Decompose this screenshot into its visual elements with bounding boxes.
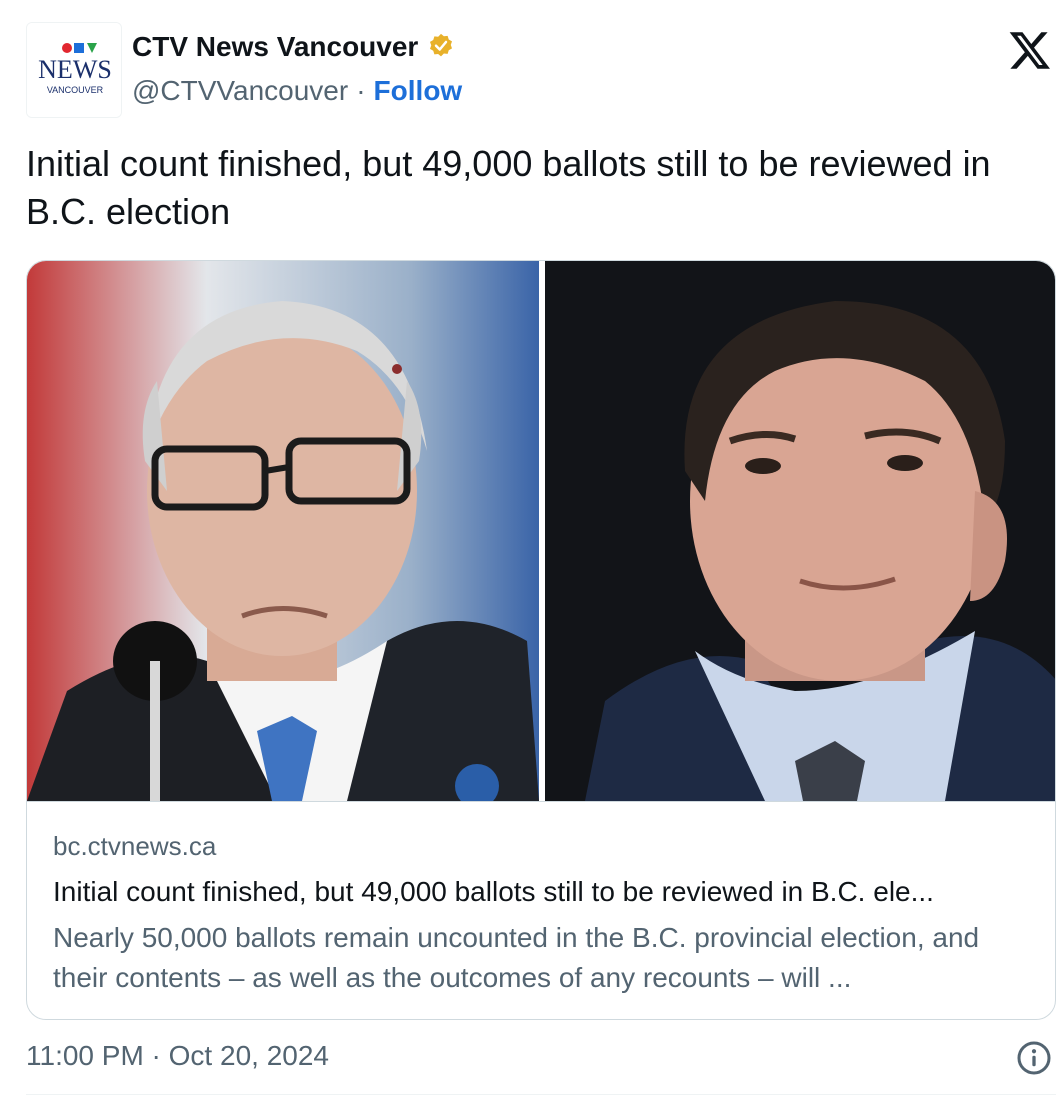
info-icon[interactable] [1016, 1040, 1052, 1076]
ctv-news-logo: NEWS VANCOUVER [27, 23, 121, 117]
link-card-images[interactable] [27, 261, 1055, 801]
link-card[interactable]: bc.ctvnews.ca Initial count finished, bu… [26, 260, 1056, 1020]
footer-divider [26, 1094, 1056, 1095]
politician-with-glasses-photo[interactable] [27, 261, 539, 801]
name-row: CTV News Vancouver [132, 30, 456, 64]
tweet-text: Initial count finished, but 49,000 ballo… [26, 143, 991, 232]
x-logo-icon[interactable] [1008, 28, 1052, 72]
avatar[interactable]: NEWS VANCOUVER [26, 22, 122, 118]
follow-button[interactable]: Follow [374, 74, 463, 108]
tweet-header: NEWS VANCOUVER CTV News Vancouver @CTVVa… [26, 22, 1058, 118]
display-name[interactable]: CTV News Vancouver [132, 30, 418, 64]
handle[interactable]: @CTVVancouver [132, 74, 348, 108]
tweet-footer: 11:00 PM · Oct 20, 2024 [26, 1036, 1056, 1080]
link-card-title: Initial count finished, but 49,000 ballo… [53, 876, 934, 907]
politician-in-suit-photo[interactable] [545, 261, 1055, 801]
avatar-logo-main: NEWS [38, 55, 112, 84]
avatar-logo-sub: VANCOUVER [47, 85, 104, 95]
verified-badge-icon [430, 33, 453, 57]
link-card-description: Nearly 50,000 ballots remain uncounted i… [53, 922, 980, 993]
timestamp[interactable]: 11:00 PM · Oct 20, 2024 [26, 1040, 329, 1071]
handle-row: @CTVVancouver · Follow [132, 74, 462, 108]
link-card-meta[interactable]: bc.ctvnews.ca Initial count finished, bu… [27, 801, 1055, 1019]
handle-separator: · [356, 75, 366, 106]
link-card-domain: bc.ctvnews.ca [53, 831, 217, 861]
